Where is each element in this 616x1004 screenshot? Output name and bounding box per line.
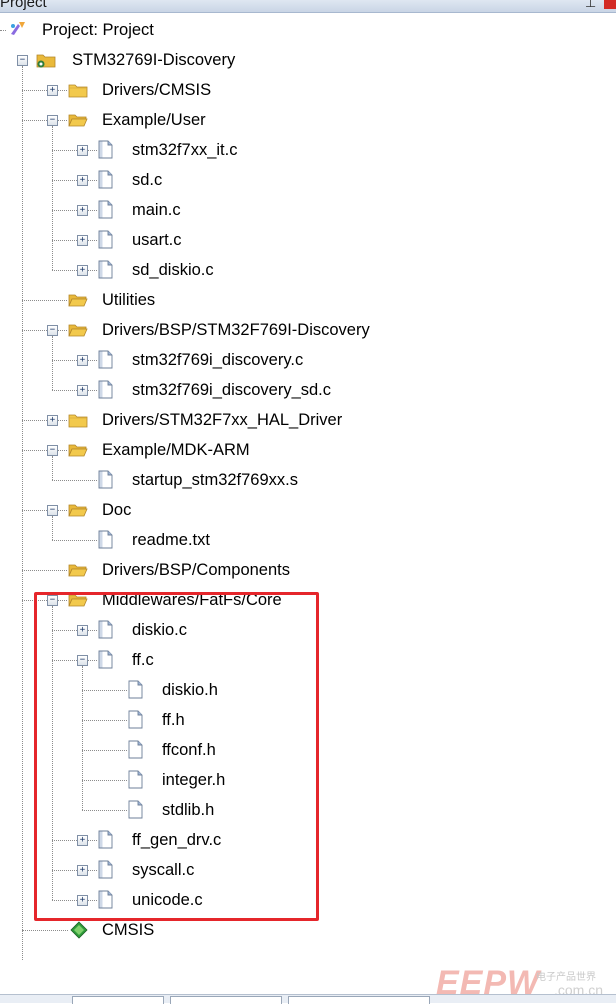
tree-cmsis-label: CMSIS — [102, 921, 155, 939]
expander-main-c[interactable]: + — [77, 205, 88, 216]
tree-guide-line — [22, 330, 67, 331]
expander-stm32f769i-discovery-sd-c[interactable]: + — [77, 385, 88, 396]
expander-example-mdk-arm[interactable]: − — [47, 445, 58, 456]
tree-item-label: stm32f769i_discovery.c — [132, 351, 304, 369]
tree-guide-line — [52, 270, 97, 271]
tree-item-label: Drivers/BSP/STM32F769I-Discovery — [102, 321, 370, 339]
tree-item-label: Drivers/STM32F7xx_HAL_Driver — [102, 411, 343, 429]
tree-guide-line — [22, 450, 67, 451]
tree-item-label: sd.c — [132, 171, 163, 189]
expander-example-user[interactable]: − — [47, 115, 58, 126]
tree-item-label: Doc — [102, 501, 132, 519]
tab-functions[interactable] — [288, 996, 430, 1004]
expander-drivers-bsp-stm32f769i-discovery[interactable]: − — [47, 325, 58, 336]
watermark-tagline: 电子产品世界 — [536, 972, 596, 983]
target-folder-icon — [35, 51, 57, 69]
tree-item-label: readme.txt — [132, 531, 210, 549]
tree-guide-line — [52, 390, 97, 391]
expander-sd-c[interactable]: + — [77, 175, 88, 186]
tree-guide-line — [52, 180, 97, 181]
expander-doc[interactable]: − — [47, 505, 58, 516]
tree-guide-line — [22, 570, 67, 571]
tree-guide-line — [0, 30, 6, 31]
tree-target-label: STM32769I-Discovery — [72, 51, 236, 69]
tree-guide-line — [52, 150, 97, 151]
tree-guide-line — [22, 510, 67, 511]
project-icon — [8, 20, 28, 38]
tree-item-label: Drivers/CMSIS — [102, 81, 212, 99]
tree-guide-line — [22, 90, 67, 91]
tree-guide-line — [52, 126, 53, 270]
tree-guide-line — [52, 360, 97, 361]
tree-item-label: Example/MDK-ARM — [102, 441, 250, 459]
tree-item-label: startup_stm32f769xx.s — [132, 471, 298, 489]
tree-guide-line — [22, 66, 23, 960]
tab-project[interactable] — [72, 996, 164, 1004]
tree-guide-line — [22, 120, 67, 121]
expander-drivers-stm32f7xx-hal-driver[interactable]: + — [47, 415, 58, 426]
tree-item-label: sd_diskio.c — [132, 261, 214, 279]
tree-guide-line — [52, 456, 53, 480]
tree-guide-line — [22, 300, 67, 301]
tree-item-label: usart.c — [132, 231, 182, 249]
tree-item-label: stm32f769i_discovery_sd.c — [132, 381, 332, 399]
tree-guide-line — [52, 480, 97, 481]
expander-stm32f7xx-it-c[interactable]: + — [77, 145, 88, 156]
expander-stm32f769i-discovery-c[interactable]: + — [77, 355, 88, 366]
tree-guide-line — [22, 420, 67, 421]
tab-books[interactable] — [170, 996, 282, 1004]
tree-item-label: main.c — [132, 201, 181, 219]
tree-root-label: Project: Project — [42, 21, 154, 39]
tree-guide-line — [52, 516, 53, 540]
cmsis-diamond-icon — [70, 921, 88, 939]
expander-drivers-cmsis[interactable]: + — [47, 85, 58, 96]
tree-guide-line — [52, 210, 97, 211]
tree-item-label: Utilities — [102, 291, 156, 309]
annotation-highlight-box — [34, 592, 319, 921]
tree-guide-line — [52, 540, 97, 541]
tree-item-label: Drivers/BSP/Components — [102, 561, 290, 579]
expander-usart-c[interactable]: + — [77, 235, 88, 246]
tree-guide-line — [52, 336, 53, 390]
expander-sd-diskio-c[interactable]: + — [77, 265, 88, 276]
target-expander[interactable]: − — [17, 55, 28, 66]
tree-item-label: stm32f7xx_it.c — [132, 141, 238, 159]
tree-guide-line — [22, 930, 68, 931]
tree-item-label: Example/User — [102, 111, 206, 129]
tree-guide-line — [52, 240, 97, 241]
